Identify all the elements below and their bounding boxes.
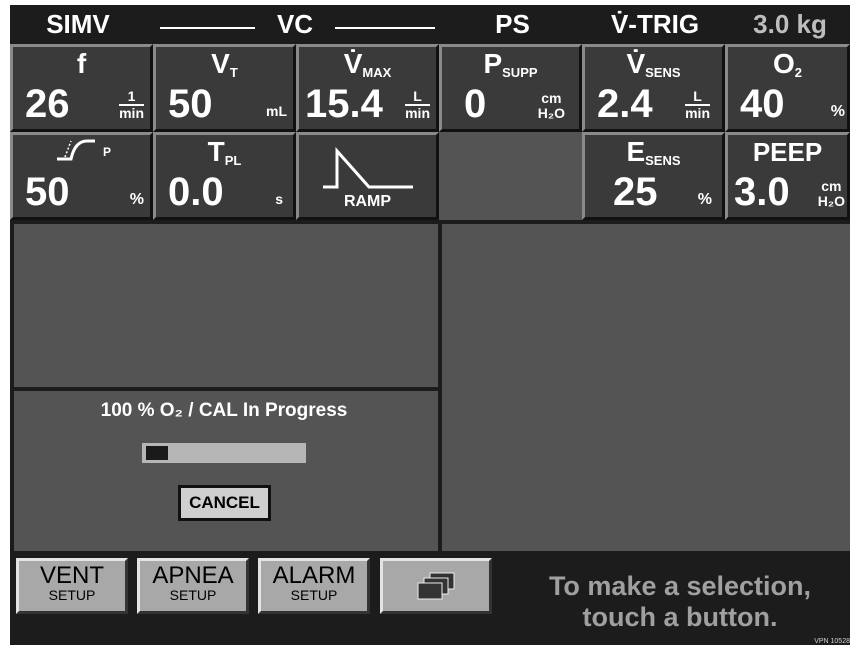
apnea-setup-small-label: SETUP: [169, 587, 217, 603]
spont-type-label: PS: [495, 9, 530, 39]
pressure-support-unit: cm H₂O: [538, 91, 565, 121]
pressure-support-label: PSUPP: [442, 49, 579, 84]
expiratory-sensitivity-label: ESENS: [585, 137, 722, 172]
peak-flow-label-sub: MAX: [362, 65, 392, 80]
peep-unit-num: cm: [821, 178, 842, 194]
rise-time-value: 50: [25, 170, 70, 214]
rate-unit-den: min: [119, 104, 144, 121]
tidal-volume-setting-button[interactable]: VT 50 mL: [153, 44, 296, 132]
flow-sensitivity-label-main: V̇: [626, 48, 646, 79]
ramp-waveform-icon: [323, 147, 413, 189]
apnea-setup-button[interactable]: APNEA SETUP: [137, 558, 249, 614]
rise-time-label: P: [13, 137, 150, 169]
document-code: VPN 10528: [814, 638, 850, 645]
cancel-button[interactable]: CANCEL: [178, 485, 271, 521]
plateau-time-value: 0.0: [168, 170, 224, 214]
upper-left-panel: [14, 224, 438, 387]
tidal-volume-label: VT: [156, 49, 293, 84]
rate-value: 26: [25, 82, 70, 126]
peak-flow-label-main: V̇: [343, 48, 363, 79]
flow-sensitivity-label-sub: SENS: [645, 65, 681, 80]
pressure-support-unit-num: cm: [541, 90, 562, 106]
peak-flow-unit-num: L: [413, 88, 422, 104]
empty-setting-slot: [439, 132, 582, 220]
tidal-volume-label-main: V: [211, 48, 230, 79]
rate-label: f: [76, 48, 87, 79]
rise-time-unit: %: [129, 191, 144, 208]
pressure-support-unit-den: H₂O: [537, 105, 565, 121]
oxygen-label: O2: [728, 49, 847, 84]
apnea-setup-big-label: APNEA: [152, 562, 234, 589]
trigger-type-label: V̇-TRIG: [610, 9, 700, 39]
tidal-volume-label-sub: T: [229, 65, 238, 80]
calibration-progress-fill: [146, 446, 168, 460]
mandatory-type-right-line: [335, 27, 435, 29]
alarm-setup-small-label: SETUP: [290, 587, 338, 603]
vent-setup-small-label: SETUP: [48, 587, 96, 603]
flow-sensitivity-unit: L min: [685, 89, 710, 121]
peep-label: PEEP: [752, 137, 823, 167]
patient-weight: 3.0 kg: [753, 9, 827, 39]
peak-flow-unit-den: min: [405, 104, 430, 121]
mandatory-type-left-line: [160, 27, 255, 29]
calibration-progress-bar: [142, 443, 306, 463]
pressure-support-label-main: P: [483, 48, 503, 79]
rate-unit-num: 1: [127, 88, 136, 104]
oxygen-unit: %: [830, 103, 845, 120]
flow-pattern-setting-button[interactable]: RAMP: [296, 132, 439, 220]
rise-time-icon: [57, 139, 95, 161]
expiratory-sensitivity-label-sub: SENS: [645, 153, 681, 168]
expiratory-sensitivity-label-main: E: [626, 136, 646, 167]
flow-sensitivity-unit-den: min: [685, 104, 710, 121]
selection-prompt-line1: To make a selection,: [548, 571, 812, 601]
flow-sensitivity-label: V̇SENS: [585, 49, 722, 84]
oxygen-label-sub: 2: [794, 65, 802, 80]
plateau-time-label: TPL: [156, 137, 293, 172]
peep-unit: cm H₂O: [818, 179, 845, 209]
mandatory-type-label: VC: [276, 9, 314, 39]
oxygen-value: 40: [740, 82, 785, 126]
plateau-time-label-sub: PL: [224, 153, 242, 168]
pressure-support-label-sub: SUPP: [502, 65, 538, 80]
tidal-volume-value: 50: [168, 82, 213, 126]
rate-unit: 1 min: [119, 89, 144, 121]
peak-flow-label: V̇MAX: [299, 49, 436, 84]
flow-sensitivity-value: 2.4: [597, 82, 653, 126]
flow-pattern-label: RAMP: [343, 193, 392, 210]
selection-prompt-line2: touch a button.: [582, 602, 778, 632]
vent-setup-button[interactable]: VENT SETUP: [16, 558, 128, 614]
ventilator-screen: SIMV VC PS V̇-TRIG 3.0 kg f 26 1 min VT …: [10, 5, 850, 645]
rate-setting-button[interactable]: f 26 1 min: [10, 44, 153, 132]
calibration-progress-title: 100 % O₂ / CAL In Progress: [100, 400, 348, 421]
pressure-support-value: 0: [464, 82, 487, 126]
oxygen-setting-button[interactable]: O2 40 %: [725, 44, 850, 132]
alarm-setup-button[interactable]: ALARM SETUP: [258, 558, 370, 614]
pressure-support-setting-button[interactable]: PSUPP 0 cm H₂O: [439, 44, 582, 132]
peak-flow-setting-button[interactable]: V̇MAX 15.4 L min: [296, 44, 439, 132]
vent-setup-big-label: VENT: [39, 562, 104, 589]
peep-unit-den: H₂O: [817, 193, 845, 209]
peep-value: 3.0: [734, 170, 790, 214]
rise-time-setting-button[interactable]: P 50 %: [10, 132, 153, 220]
tidal-volume-unit: mL: [266, 103, 287, 119]
stacked-screens-icon: [417, 572, 455, 600]
oxygen-label-main: O: [772, 48, 795, 79]
selection-prompt: To make a selection, touch a button.: [510, 571, 850, 633]
peep-setting-button[interactable]: PEEP 3.0 cm H₂O: [725, 132, 850, 220]
plateau-time-label-main: T: [207, 136, 225, 167]
flow-sensitivity-unit-num: L: [693, 88, 702, 104]
flow-sensitivity-setting-button[interactable]: V̇SENS 2.4 L min: [582, 44, 725, 132]
expiratory-sensitivity-unit: %: [697, 191, 712, 208]
peak-flow-unit: L min: [405, 89, 430, 121]
right-panel: [442, 224, 850, 551]
alarm-setup-big-label: ALARM: [272, 562, 356, 589]
mode-label: SIMV: [46, 9, 110, 39]
peak-flow-value: 15.4: [305, 82, 383, 126]
plateau-time-setting-button[interactable]: TPL 0.0 s: [153, 132, 296, 220]
rise-time-label-text: P: [103, 145, 112, 159]
expiratory-sensitivity-value: 25: [613, 170, 658, 214]
other-screens-button[interactable]: [380, 558, 492, 614]
plateau-time-unit: s: [275, 191, 283, 207]
expiratory-sensitivity-setting-button[interactable]: ESENS 25 %: [582, 132, 725, 220]
